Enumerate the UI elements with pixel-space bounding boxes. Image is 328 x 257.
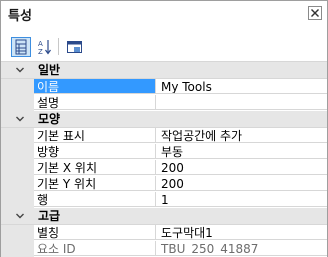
- category-label: 일반: [38, 63, 61, 77]
- property-name[interactable]: 기본 표시: [34, 128, 156, 143]
- row-gutter: [1, 160, 34, 176]
- row-gutter: [1, 128, 34, 144]
- property-value[interactable]: 200: [156, 160, 327, 175]
- property-value[interactable]: 도구막대1: [156, 225, 327, 240]
- property-name[interactable]: 행: [34, 192, 156, 207]
- property-pages-icon: [67, 41, 82, 53]
- property-name[interactable]: 요소 ID: [34, 241, 156, 256]
- categorized-button[interactable]: [11, 37, 31, 57]
- property-row[interactable]: 행1: [1, 192, 327, 208]
- property-name[interactable]: 설명: [34, 95, 156, 110]
- row-gutter: [1, 79, 34, 95]
- properties-panel: 특성 A Z 일반 이름 My Tools 설명 모양 기본 표시 작업공간에 …: [0, 0, 328, 257]
- property-grid: 일반이름 My Tools 설명모양기본 표시 작업공간에 추가 방향 부동 기본 X 위치…: [1, 61, 327, 257]
- row-gutter: [1, 192, 34, 208]
- property-row[interactable]: 기본 X 위치 200: [1, 160, 327, 176]
- property-name[interactable]: 방향: [34, 144, 156, 159]
- property-value[interactable]: My Tools: [156, 79, 327, 94]
- property-value[interactable]: 1: [156, 192, 327, 207]
- property-row[interactable]: 설명: [1, 95, 327, 111]
- chevron-down-icon[interactable]: [15, 114, 25, 124]
- category-label: 고급: [38, 209, 61, 223]
- property-name[interactable]: 기본 Y 위치: [34, 176, 156, 191]
- property-row[interactable]: 이름 My Tools: [1, 79, 327, 95]
- svg-text:Z: Z: [38, 48, 43, 56]
- close-icon[interactable]: [308, 6, 322, 20]
- chevron-down-icon[interactable]: [15, 211, 25, 221]
- category-row[interactable]: 모양: [1, 111, 327, 128]
- alphabetical-button[interactable]: A Z: [35, 37, 55, 57]
- property-row[interactable]: 방향 부동: [1, 144, 327, 160]
- property-row[interactable]: 기본 Y 위치 200: [1, 176, 327, 192]
- property-row[interactable]: 별칭 도구막대1: [1, 225, 327, 241]
- row-gutter: [1, 95, 34, 111]
- categorized-icon: [15, 39, 27, 55]
- chevron-down-icon[interactable]: [15, 65, 25, 75]
- property-name[interactable]: 별칭: [34, 225, 156, 240]
- panel-title: 특성: [8, 9, 32, 24]
- property-value[interactable]: 작업공간에 추가: [156, 128, 327, 143]
- property-value[interactable]: 부동: [156, 144, 327, 159]
- category-row[interactable]: 고급: [1, 208, 327, 225]
- sort-az-icon: A Z: [38, 40, 51, 56]
- toolbar-separator: [58, 38, 59, 55]
- svg-text:A: A: [38, 40, 43, 48]
- row-gutter: [1, 176, 34, 192]
- property-toolbar: A Z: [1, 31, 327, 59]
- panel-titlebar: 특성: [1, 1, 327, 27]
- property-name[interactable]: 이름: [34, 79, 156, 94]
- category-row[interactable]: 일반: [1, 62, 327, 79]
- row-gutter: [1, 225, 34, 241]
- property-value[interactable]: [156, 95, 327, 110]
- property-row[interactable]: 기본 표시 작업공간에 추가: [1, 128, 327, 144]
- property-name[interactable]: 기본 X 위치: [34, 160, 156, 175]
- category-label: 모양: [38, 112, 61, 126]
- property-value[interactable]: 200: [156, 176, 327, 191]
- property-row[interactable]: 요소 ID TBU_250_41887: [1, 241, 327, 257]
- row-gutter: [1, 241, 34, 257]
- property-value: TBU_250_41887: [156, 241, 327, 256]
- property-pages-button[interactable]: [65, 37, 85, 57]
- row-gutter: [1, 144, 34, 160]
